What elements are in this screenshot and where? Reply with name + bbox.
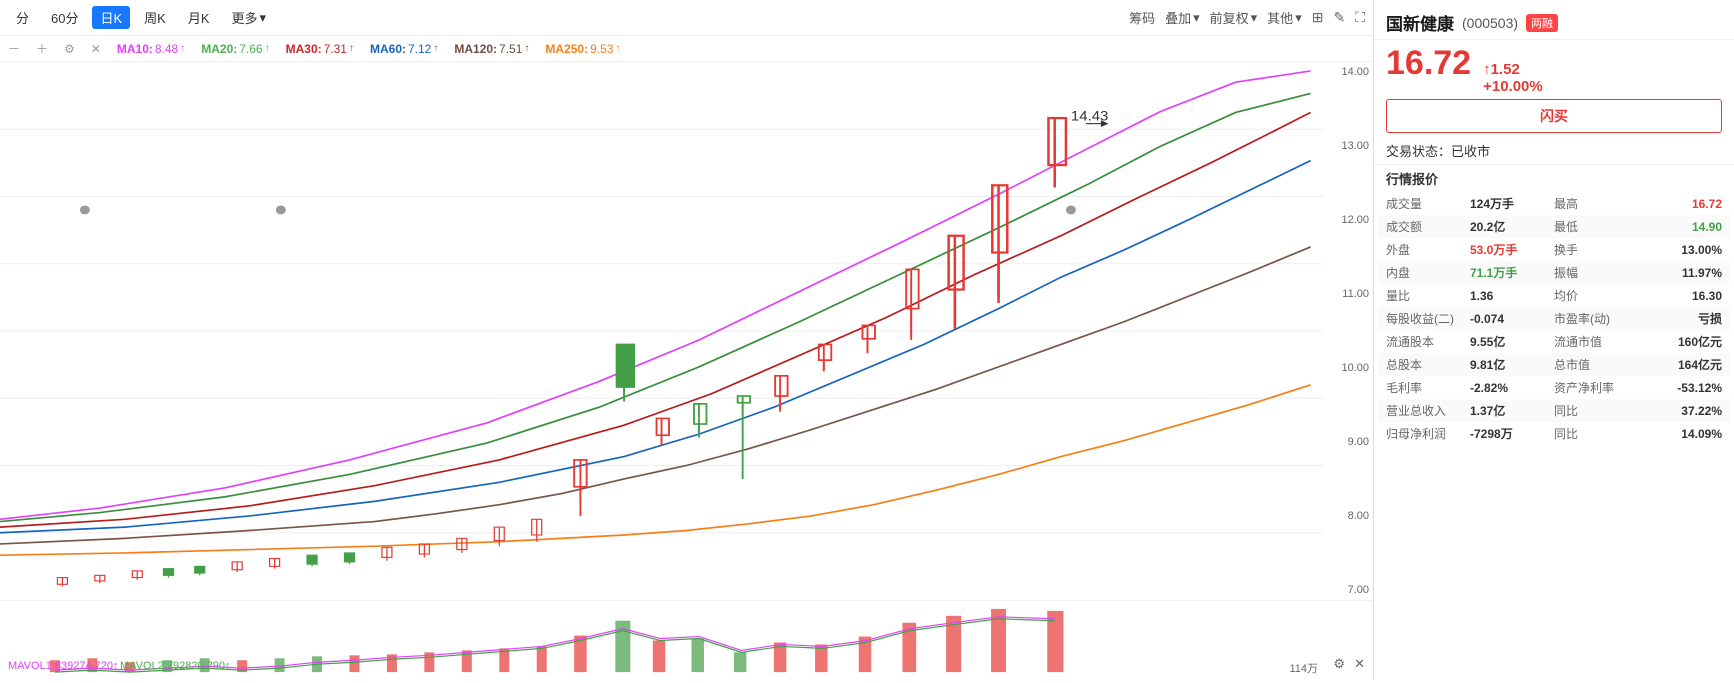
right-panel: 国新健康 (000503) 两融 16.72 ↑1.52 +10.00% 闪买 … — [1374, 0, 1734, 680]
table-row: 内盘 71.1万手 振幅 11.97% — [1378, 261, 1730, 284]
toolbar-yuek[interactable]: 月K — [180, 6, 218, 29]
table-row: 外盘 53.0万手 换手 13.00% — [1378, 238, 1730, 261]
toolbar-diejia[interactable]: 叠加 ▾ — [1165, 8, 1200, 27]
price-scale: 14.00 13.00 12.00 11.00 10.00 9.00 8.00 … — [1318, 62, 1373, 600]
ma-line: － ＋ ⚙ ✕ MA10: 8.48 ↑ MA20: 7.66 ↑ MA30: … — [0, 36, 1373, 62]
table-row: 每股收益(二) -0.074 市盈率(动) 亏损 — [1378, 307, 1730, 330]
table-row: 量比 1.36 均价 16.30 — [1378, 284, 1730, 307]
candlestick-chart: 14.43 — [0, 62, 1373, 600]
table-row: 归母净利润 -7298万 同比 14.09% — [1378, 422, 1730, 445]
quote-table: 成交量 124万手 最高 16.72 成交额 20.2亿 最低 14.90 外盘… — [1374, 192, 1734, 445]
stock-code: (000503) — [1462, 15, 1518, 31]
vol-gear-icon[interactable]: ⚙ — [1333, 656, 1345, 672]
toolbar: 分 60分 日K 周K 月K 更多 ▾ 筹码 叠加 ▾ 前复权 ▾ 其他 ▾ ⊞… — [0, 0, 1373, 36]
ma20: MA20: 7.66 ↑ — [201, 42, 269, 56]
toolbar-more[interactable]: 更多 ▾ — [224, 6, 275, 29]
current-price: 16.72 — [1386, 44, 1471, 83]
toolbar-fufuquan[interactable]: 前复权 ▾ — [1210, 8, 1258, 27]
volume-scale: 114万 — [1289, 660, 1318, 676]
mavol2-label: MAVOL2:792820.290↑ — [120, 660, 230, 672]
stock-badge: 两融 — [1526, 14, 1558, 32]
table-row: 总股本 9.81亿 总市值 164亿元 — [1378, 353, 1730, 376]
table-row: 流通股本 9.55亿 流通市值 160亿元 — [1378, 330, 1730, 353]
ma60: MA60: 7.12 ↑ — [370, 42, 438, 56]
rp-header: 国新健康 (000503) 两融 — [1374, 0, 1734, 40]
price-change-pct: +10.00% — [1483, 78, 1543, 95]
price-change-abs: ↑1.52 — [1483, 61, 1543, 78]
ma30: MA30: 7.31 ↑ — [286, 42, 354, 56]
flash-buy-button[interactable]: 闪买 — [1386, 99, 1722, 133]
table-row: 成交量 124万手 最高 16.72 — [1378, 192, 1730, 215]
trade-status: 交易状态：已收市 — [1374, 137, 1734, 165]
toolbar-chouma[interactable]: 筹码 — [1129, 8, 1155, 27]
price-row: 16.72 ↑1.52 +10.00% — [1374, 40, 1734, 99]
vol-close-icon[interactable]: ✕ — [1354, 656, 1365, 672]
toolbar-rik[interactable]: 日K — [92, 6, 130, 29]
mavol1-label: MAVOL1:839274.720↑ — [8, 660, 118, 672]
toolbar-fen[interactable]: 分 — [8, 6, 37, 29]
toolbar-right: 筹码 叠加 ▾ 前复权 ▾ 其他 ▾ ⊞ ✎ ⛶ — [1129, 8, 1365, 27]
expand-icon[interactable]: ⛶ — [1355, 9, 1365, 26]
main-chart[interactable]: 14.43 14.00 13.00 12.00 11.00 10.00 9.00… — [0, 62, 1373, 600]
ma-plus[interactable]: ＋ — [36, 40, 48, 57]
table-row: 毛利率 -2.82% 资产净利率 -53.12% — [1378, 376, 1730, 399]
ma10: MA10: 8.48 ↑ — [117, 42, 185, 56]
ma-close[interactable]: ✕ — [91, 42, 101, 56]
section-title: 行情报价 — [1374, 165, 1734, 192]
ma-minus[interactable]: － — [8, 40, 20, 57]
price-change: ↑1.52 +10.00% — [1483, 61, 1543, 95]
table-row: 成交额 20.2亿 最低 14.90 — [1378, 215, 1730, 238]
toolbar-zhouk[interactable]: 周K — [136, 6, 174, 29]
toolbar-60fen[interactable]: 60分 — [43, 6, 86, 29]
ma250: MA250: 9.53 ↑ — [545, 42, 620, 56]
edit-icon[interactable]: ✎ — [1333, 9, 1345, 26]
ma-gear[interactable]: ⚙ — [64, 42, 75, 56]
chart-area: 分 60分 日K 周K 月K 更多 ▾ 筹码 叠加 ▾ 前复权 ▾ 其他 ▾ ⊞… — [0, 0, 1374, 680]
table-row: 营业总收入 1.37亿 同比 37.22% — [1378, 399, 1730, 422]
toolbar-qita[interactable]: 其他 ▾ — [1267, 8, 1302, 27]
volume-area: MAVOL1:839274.720↑ MAVOL2:792820.290↑ 11… — [0, 600, 1373, 680]
stock-name: 国新健康 — [1386, 10, 1454, 35]
grid-icon[interactable]: ⊞ — [1312, 9, 1324, 26]
ma120: MA120: 7.51 ↑ — [454, 42, 529, 56]
